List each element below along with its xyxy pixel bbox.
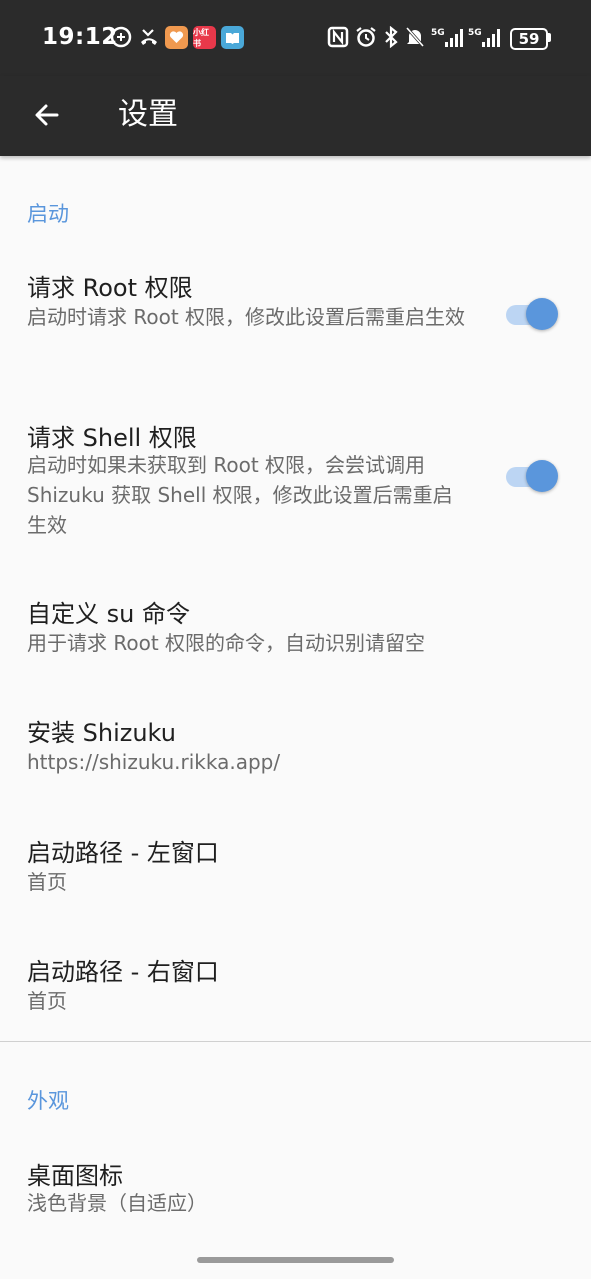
switch-thumb xyxy=(526,298,558,330)
missed-call-icon xyxy=(141,29,157,45)
pref-start-path-left[interactable]: 启动路径 - 左窗口 首页 xyxy=(0,806,591,916)
pref-custom-su-command[interactable]: 自定义 su 命令 用于请求 Root 权限的命令，自动识别请留空 xyxy=(0,566,591,676)
app-reader-icon xyxy=(221,26,244,49)
status-time: 19:12 xyxy=(42,24,118,50)
app-xiaohongshu-icon: 小红书 xyxy=(193,26,216,49)
nfc-icon xyxy=(327,26,349,48)
request-shell-switch[interactable] xyxy=(504,458,560,494)
pref-title: 启动路径 - 左窗口 xyxy=(27,839,219,867)
pref-install-shizuku[interactable]: 安装 Shizuku https://shizuku.rikka.app/ xyxy=(0,686,591,796)
section-header-appearance: 外观 xyxy=(27,1089,69,1113)
battery-indicator: 59 xyxy=(510,28,548,50)
pref-title: 安装 Shizuku xyxy=(27,719,176,747)
back-button[interactable] xyxy=(22,90,72,140)
pref-title: 请求 Shell 权限 xyxy=(27,424,197,452)
pref-summary: https://shizuku.rikka.app/ xyxy=(27,750,281,774)
pref-summary: 首页 xyxy=(27,989,67,1013)
pref-summary: 启动时如果未获取到 Root 权限，会尝试调用 Shizuku 获取 Shell… xyxy=(27,453,453,537)
pref-summary: 启动时请求 Root 权限，修改此设置后需重启生效 xyxy=(27,305,466,329)
svg-text:5G: 5G xyxy=(468,28,482,38)
pref-title: 自定义 su 命令 xyxy=(27,600,190,628)
section-header-startup: 启动 xyxy=(27,202,69,226)
gesture-nav-handle[interactable] xyxy=(197,1257,394,1263)
app-bar: 设置 xyxy=(0,76,591,156)
alarm-icon xyxy=(356,27,376,47)
pref-summary: 浅色背景（自适应） xyxy=(27,1191,207,1215)
arrow-back-icon xyxy=(35,104,59,126)
mute-icon xyxy=(405,27,425,47)
request-root-switch[interactable] xyxy=(504,296,560,332)
signal-5g-icon: 5G xyxy=(431,28,463,47)
section-divider xyxy=(0,1041,591,1042)
pref-request-root[interactable]: 请求 Root 权限 启动时请求 Root 权限，修改此设置后需重启生效 xyxy=(0,236,591,376)
pref-start-path-right[interactable]: 启动路径 - 右窗口 首页 xyxy=(0,925,591,1035)
bluetooth-icon xyxy=(385,26,398,48)
usb-debug-icon xyxy=(110,26,132,48)
pref-summary: 首页 xyxy=(27,870,67,894)
pref-request-shell[interactable]: 请求 Shell 权限 启动时如果未获取到 Root 权限，会尝试调用 Shiz… xyxy=(0,386,591,556)
page-title: 设置 xyxy=(118,97,178,132)
pref-launcher-icon[interactable]: 桌面图标 浅色背景（自适应） xyxy=(0,1128,591,1233)
pref-title: 请求 Root 权限 xyxy=(27,274,193,302)
signal-5g-icon-2: 5G xyxy=(468,28,500,47)
app-health-icon xyxy=(165,26,188,49)
pref-title: 桌面图标 xyxy=(27,1162,123,1190)
pref-title: 启动路径 - 右窗口 xyxy=(27,958,219,986)
pref-summary: 用于请求 Root 权限的命令，自动识别请留空 xyxy=(27,631,426,655)
switch-thumb xyxy=(526,460,558,492)
svg-text:5G: 5G xyxy=(431,28,445,38)
status-bar: 19:12 小红书 5G 5G 59 xyxy=(0,0,591,76)
battery-tip xyxy=(548,33,551,42)
